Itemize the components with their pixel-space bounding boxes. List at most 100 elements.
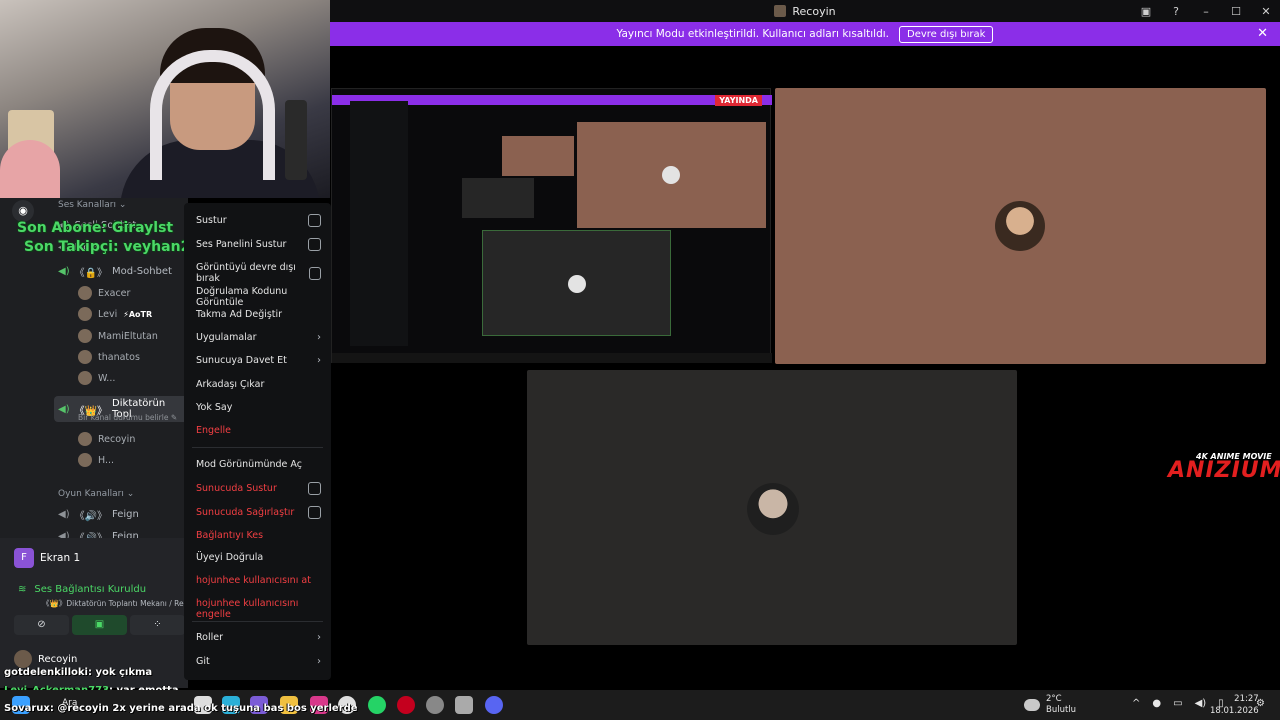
signal-icon: ≋ xyxy=(18,584,27,595)
menu-item-apps[interactable]: Uygulamalar › xyxy=(196,332,321,343)
menu-label: Bağlantıyı Kes xyxy=(196,530,264,541)
clock[interactable]: 21:27 18.01.2026 xyxy=(1210,693,1259,717)
checkbox[interactable] xyxy=(308,214,321,227)
menu-label: Engelle xyxy=(196,425,232,436)
user-name: H... xyxy=(98,454,115,466)
whatsapp-icon[interactable] xyxy=(368,696,386,714)
discord-taskbar-icon[interactable] xyxy=(485,696,503,714)
chat-message: : yok çıkma xyxy=(87,667,153,678)
checkbox[interactable] xyxy=(308,238,321,251)
weather-widget[interactable]: 2°C Bulutlu xyxy=(1024,694,1076,716)
speaker-icon: ◀) xyxy=(58,403,70,415)
menu-item-disconnect[interactable]: Bağlantıyı Kes xyxy=(196,530,321,541)
chat-nick: Sovarux xyxy=(4,703,50,714)
streamer-mode-banner: Yayıncı Modu etkinleştirildi. Kullanıcı … xyxy=(330,22,1280,46)
nested-screen-share[interactable]: YAYINDA xyxy=(331,88,772,363)
voice-channel[interactable]: ◀) 《🔒》 Mod-Sohbet xyxy=(58,264,172,279)
banner-text: Yayıncı Modu etkinleştirildi. Kullanıcı … xyxy=(616,28,890,40)
inbox-icon[interactable]: ▣ xyxy=(1138,5,1154,18)
cloud-icon xyxy=(1024,699,1040,711)
screen: Recoyin ▣ ? – ☐ ✕ Yayıncı Modu etkinleşt… xyxy=(0,0,1280,720)
opera-icon[interactable] xyxy=(397,696,415,714)
speaker-emoji: 《🔊》 xyxy=(74,511,108,522)
minimize-icon[interactable]: – xyxy=(1198,5,1214,18)
video-tile-main[interactable] xyxy=(775,88,1266,364)
voice-user[interactable]: Levi ⚡AoTR xyxy=(78,307,152,321)
last-sub-overlay: Son Abone: Giraylst xyxy=(17,220,174,236)
connection-status[interactable]: ≋ Ses Bağlantısı Kuruldu xyxy=(18,584,146,595)
volume-icon[interactable]: ◀) xyxy=(1195,698,1207,709)
nested-tile xyxy=(462,178,534,218)
user-tag: ⚡AoTR xyxy=(123,309,153,319)
avatar xyxy=(78,432,92,446)
webcam-overlay xyxy=(0,0,330,198)
avatar xyxy=(78,307,92,321)
menu-separator xyxy=(192,447,323,448)
maximize-icon[interactable]: ☐ xyxy=(1228,5,1244,18)
connection-channel: 《👑》Diktatörün Toplantı Mekanı / Reco xyxy=(42,599,187,608)
voice-user[interactable]: W... xyxy=(78,371,115,385)
menu-label: Sunucuya Davet Et xyxy=(196,355,287,366)
microphone xyxy=(285,100,307,180)
banner-close-icon[interactable]: ✕ xyxy=(1257,26,1268,41)
menu-item-kick[interactable]: hojunhee kullanıcısını at xyxy=(196,575,321,586)
window-title: Recoyin xyxy=(792,4,836,18)
video-tile-secondary[interactable] xyxy=(527,370,1017,645)
chevron-up-icon[interactable]: ^ xyxy=(1132,698,1140,709)
activities-icon[interactable]: ⁘ xyxy=(130,615,185,635)
chat-message: : @recoyin 2x yerine arada ok tuşuna bas… xyxy=(49,703,358,714)
menu-label: Git xyxy=(196,656,210,667)
checkbox[interactable] xyxy=(309,266,321,280)
disable-streamer-mode-button[interactable]: Devre dışı bırak xyxy=(899,25,994,43)
menu-label: Roller xyxy=(196,632,224,643)
menu-item-roles[interactable]: Roller › xyxy=(196,632,321,643)
menu-item-server-deafen[interactable]: Sunucuda Sağırlaştır xyxy=(196,506,321,519)
mic-icon[interactable]: ● xyxy=(1152,698,1161,709)
menu-item-ignore[interactable]: Yok Say xyxy=(196,402,321,413)
clock-date: 18.01.2026 xyxy=(1210,706,1259,716)
notification-icon[interactable]: ⚙ xyxy=(1256,698,1265,709)
camera-off-icon[interactable]: ⊘ xyxy=(14,615,69,635)
voice-user[interactable]: H... xyxy=(78,453,114,467)
nested-menu xyxy=(350,101,408,346)
menu-item-go[interactable]: Git › xyxy=(196,656,321,667)
menu-item-server-mute[interactable]: Sunucuda Sustur xyxy=(196,482,321,495)
voice-user[interactable]: thanatos xyxy=(78,350,140,364)
voice-user[interactable]: Exacer xyxy=(78,286,130,300)
menu-item-soundboard-mute[interactable]: Ses Panelini Sustur xyxy=(196,238,321,251)
menu-label: Görüntüyü devre dışı bırak xyxy=(196,262,296,284)
mini-avatar xyxy=(568,275,586,293)
menu-item-nickname[interactable]: Takma Ad Değiştir xyxy=(196,309,321,320)
help-icon[interactable]: ? xyxy=(1168,5,1184,18)
category-voice[interactable]: Ses Kanalları ⌄ xyxy=(58,200,126,210)
avatar xyxy=(78,453,92,467)
obs-icon[interactable] xyxy=(426,696,444,714)
menu-item-verify-member[interactable]: Üyeyi Doğrula xyxy=(196,552,321,563)
screen-share-icon[interactable]: ▣ xyxy=(72,615,127,635)
checkbox[interactable] xyxy=(308,482,321,495)
discord-icon[interactable]: ◉ xyxy=(12,200,34,222)
category-game[interactable]: Oyun Kanalları ⌄ xyxy=(58,489,134,499)
close-icon[interactable]: ✕ xyxy=(1258,5,1274,18)
network-icon[interactable]: ▭ xyxy=(1173,698,1182,709)
screen-share-item[interactable]: F Ekran 1 xyxy=(14,548,80,568)
user-panel[interactable]: Recoyin xyxy=(14,650,77,668)
menu-label: Ses Panelini Sustur xyxy=(196,239,287,250)
menu-item-disable-video[interactable]: Görüntüyü devre dışı bırak xyxy=(196,262,321,284)
menu-item-verification-code[interactable]: Doğrulama Kodunu Görüntüle xyxy=(196,286,321,308)
checkbox[interactable] xyxy=(308,506,321,519)
channel-label: Mod-Sohbet xyxy=(112,266,172,277)
voice-user[interactable]: Recoyin xyxy=(78,432,135,446)
voice-channel[interactable]: ◀) 《🔊》 Feign xyxy=(58,507,139,522)
menu-item-mute[interactable]: Sustur xyxy=(196,214,321,227)
menu-item-ban[interactable]: hojunhee kullanıcısını engelle xyxy=(196,598,321,620)
participant-avatar xyxy=(995,201,1045,251)
app-icon[interactable] xyxy=(455,696,473,714)
voice-panel: F Ekran 1 ≋ Ses Bağlantısı Kuruldu 《👑》Di… xyxy=(0,538,188,688)
menu-item-mod-view[interactable]: Mod Görünümünde Aç xyxy=(196,459,321,470)
menu-item-block[interactable]: Engelle xyxy=(196,425,321,436)
channel-status-hint[interactable]: Bir kanal durumu belirle ✎ xyxy=(78,413,177,422)
menu-item-remove-friend[interactable]: Arkadaşı Çıkar xyxy=(196,379,321,390)
voice-user[interactable]: MamiEltutan xyxy=(78,329,158,343)
menu-item-invite[interactable]: Sunucuya Davet Et › xyxy=(196,355,321,366)
